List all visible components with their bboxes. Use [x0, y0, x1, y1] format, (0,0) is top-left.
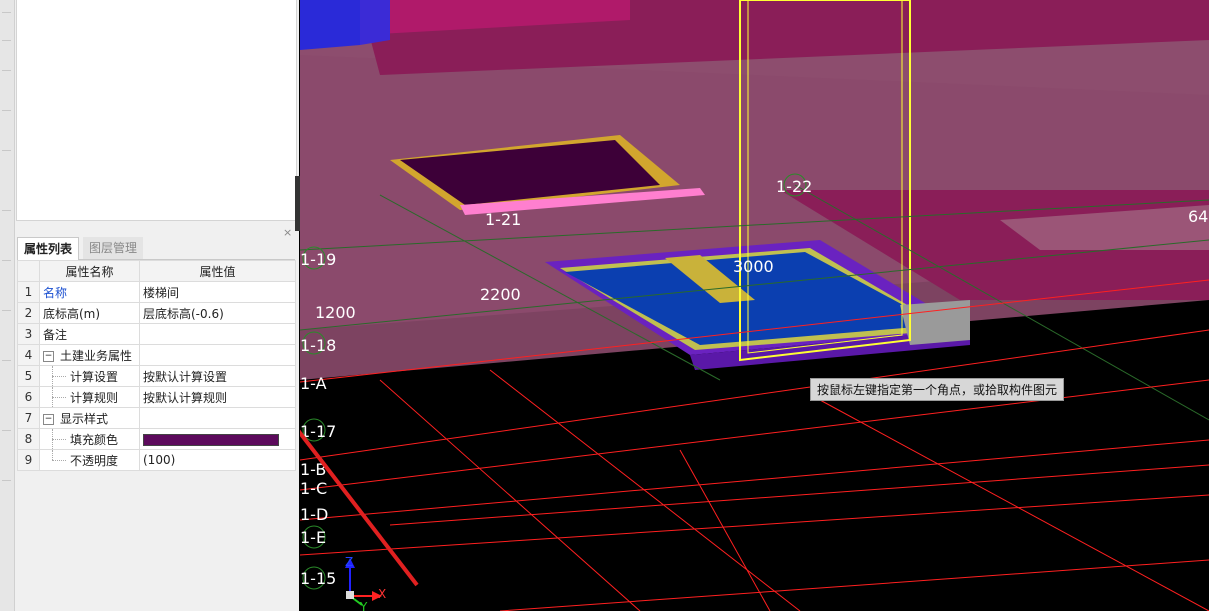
property-name: 计算规则 [39, 386, 140, 408]
property-name-text: 填充颜色 [70, 432, 119, 447]
property-name: 备注 [39, 323, 140, 345]
row-number: 3 [17, 323, 40, 345]
row-number: 4 [17, 344, 40, 366]
collapse-icon[interactable]: − [43, 350, 54, 362]
row-number: 2 [17, 302, 40, 324]
status-tooltip: 按鼠标左键指定第一个角点，或拾取构件图元 [810, 378, 1065, 401]
dimension-label: 1200 [315, 303, 356, 322]
gizmo-y-label: Y [359, 600, 368, 611]
property-value[interactable] [139, 428, 296, 450]
property-name: 底标高(m) [39, 302, 140, 324]
panel-tabs: 属性列表 图层管理 [17, 237, 295, 261]
property-name-text: 计算设置 [70, 369, 119, 384]
3d-viewport[interactable]: 1-19 1-18 1-A 1-17 1-B 1-C 1-D 1-E 1-15 … [300, 0, 1209, 611]
group-label: 土建业务属性 [60, 348, 133, 363]
axis-label: 1-E [300, 528, 326, 547]
gizmo-z-label: Z [345, 555, 353, 569]
property-name: 名称 [39, 281, 140, 303]
property-value [139, 344, 296, 366]
property-value[interactable]: 按默认计算设置 [139, 365, 296, 387]
property-name-text: 不透明度 [70, 453, 119, 468]
table-row[interactable]: 4 − 土建业务属性 [17, 344, 296, 366]
property-value[interactable]: 层底标高(-0.6) [139, 302, 296, 324]
table-row[interactable]: 6 计算规则 按默认计算规则 [17, 386, 296, 408]
tab-layer-management[interactable]: 图层管理 [83, 237, 144, 259]
property-value[interactable]: 楼梯间 [139, 281, 296, 303]
group-label: 显示样式 [60, 411, 109, 426]
axis-label: 1-D [300, 505, 328, 524]
property-grid: 属性名称 属性值 1 名称 楼梯间 2 底标高(m) 层底标高(-0.6) 3 … [17, 260, 296, 471]
properties-panel: × 属性列表 图层管理 属性名称 属性值 1 名称 楼梯间 2 底标高(m) 层… [0, 0, 299, 611]
property-group: − 显示样式 [39, 407, 140, 429]
table-row[interactable]: 3 备注 [17, 323, 296, 345]
table-row[interactable]: 9 不透明度 (100) [17, 449, 296, 471]
table-row[interactable]: 8 填充颜色 [17, 428, 296, 450]
row-number: 7 [17, 407, 40, 429]
axis-label: 1-A [300, 374, 327, 393]
property-value[interactable]: (100) [139, 449, 296, 471]
property-name: 计算设置 [39, 365, 140, 387]
axis-label: 1-15 [300, 569, 336, 588]
left-toolbar-strip [0, 0, 15, 611]
row-number: 8 [17, 428, 40, 450]
table-row[interactable]: 5 计算设置 按默认计算设置 [17, 365, 296, 387]
property-value[interactable]: 按默认计算规则 [139, 386, 296, 408]
row-number: 5 [17, 365, 40, 387]
axis-label: 1-18 [300, 336, 336, 355]
property-name-text: 计算规则 [70, 390, 119, 405]
gizmo-x-label: X [378, 587, 386, 601]
collapse-icon[interactable]: − [43, 413, 54, 425]
axis-label: 1-19 [300, 250, 336, 269]
row-number: 6 [17, 386, 40, 408]
dimension-label: 64 [1188, 207, 1208, 226]
header-property-name: 属性名称 [39, 260, 140, 282]
property-value [139, 407, 296, 429]
property-name: 不透明度 [39, 449, 140, 471]
axis-label: 1-21 [485, 210, 521, 229]
table-row[interactable]: 7 − 显示样式 [17, 407, 296, 429]
table-row[interactable]: 1 名称 楼梯间 [17, 281, 296, 303]
header-property-value: 属性值 [139, 260, 296, 282]
fill-color-swatch[interactable] [143, 433, 279, 446]
component-list-area[interactable] [16, 0, 297, 221]
axis-label: 1-C [300, 479, 327, 498]
axis-label: 1-22 [776, 177, 812, 196]
property-group: − 土建业务属性 [39, 344, 140, 366]
grid-header-row: 属性名称 属性值 [17, 260, 296, 282]
table-row[interactable]: 2 底标高(m) 层底标高(-0.6) [17, 302, 296, 324]
dimension-label: 3000 [733, 257, 774, 276]
property-value[interactable] [139, 323, 296, 345]
property-name: 填充颜色 [39, 428, 140, 450]
row-number: 9 [17, 449, 40, 471]
model-canvas[interactable]: 1-19 1-18 1-A 1-17 1-B 1-C 1-D 1-E 1-15 … [300, 0, 1209, 611]
tab-property-list[interactable]: 属性列表 [17, 237, 80, 261]
row-number: 1 [17, 281, 40, 303]
dimension-label: 2200 [480, 285, 521, 304]
